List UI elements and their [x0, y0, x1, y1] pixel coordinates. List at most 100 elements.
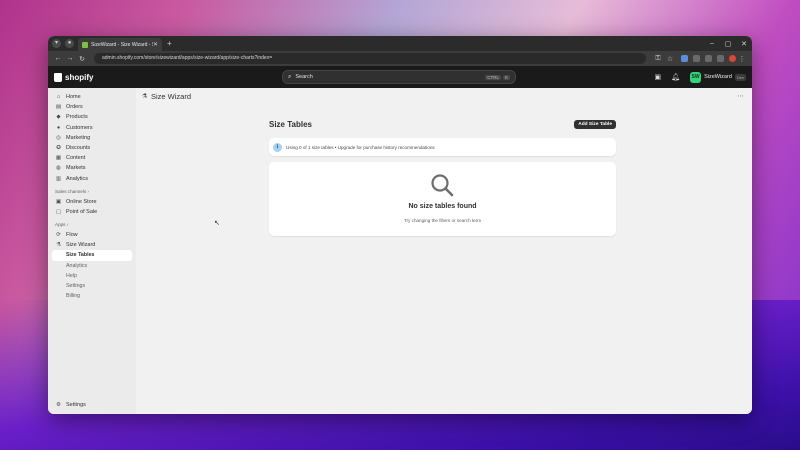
- browser-tab[interactable]: SizeWizard - Size Wizard - Shop ✕: [78, 38, 162, 51]
- shopify-topbar: shopify ⌕ Search CTRL K ▣ 🔔︎ SW SizeWiza…: [48, 66, 752, 88]
- sidebar-item-marketing[interactable]: ◎ Marketing: [52, 133, 132, 143]
- address-bar: ← → ↻ admin.shopify.com/store/sizewizard…: [48, 51, 752, 66]
- sidebar-item-point-of-sale[interactable]: ▢ Point of Sale: [52, 207, 132, 217]
- search-placeholder: Search: [295, 74, 313, 80]
- channel-nav: ▣ Online Store ▢ Point of Sale: [52, 197, 132, 217]
- extension-icon[interactable]: [681, 55, 688, 62]
- tag-icon: ◆: [56, 114, 61, 121]
- orders-icon: ▤: [55, 104, 62, 111]
- person-icon: ●: [56, 124, 61, 131]
- sidebar-item-flow[interactable]: ⟳ Flow: [52, 230, 132, 240]
- sales-channels-heading[interactable]: Sales channels ›: [52, 187, 132, 197]
- sidebar-item-discounts[interactable]: ✪ Discounts: [52, 143, 132, 153]
- sidebar-item-content[interactable]: ▦ Content: [52, 153, 132, 163]
- usage-banner: ℹ Using 0 of 1 size tables • Upgrade for…: [269, 138, 616, 156]
- sidepanel-icon[interactable]: [717, 55, 724, 62]
- shortcut-k: K: [502, 74, 510, 80]
- add-size-table-button[interactable]: Add Size Table: [574, 119, 616, 129]
- new-tab-icon[interactable]: +: [167, 39, 172, 48]
- sidebar-item-size-wizard[interactable]: ⚗ Size Wizard: [52, 240, 132, 250]
- extension-icon[interactable]: [693, 55, 700, 62]
- sidebar-item-orders[interactable]: ▤ Orders: [52, 102, 132, 112]
- banner-text: Using 0 of 1 size tables • Upgrade for p…: [286, 144, 435, 150]
- puzzle-icon[interactable]: [705, 55, 712, 62]
- more-actions-icon[interactable]: ⋯: [737, 92, 744, 100]
- tab-title: SizeWizard - Size Wizard - Shop: [91, 41, 153, 48]
- empty-state-title: No size tables found: [408, 203, 477, 210]
- app-title: Size Wizard: [151, 92, 192, 101]
- app-header: ⚗ Size Wizard: [142, 92, 191, 101]
- sidebar-item-home[interactable]: ⌂ Home: [52, 92, 132, 102]
- search-input[interactable]: ⌕ Search CTRL K: [282, 70, 516, 84]
- profile-icon[interactable]: ●: [65, 39, 74, 48]
- mouse-cursor-icon: ↖: [214, 220, 220, 227]
- brand-name: shopify: [65, 72, 94, 82]
- sidebar-item-products[interactable]: ◆ Products: [52, 112, 132, 122]
- sidebar-item-online-store[interactable]: ▣ Online Store: [52, 197, 132, 207]
- size-wizard-app-icon: ⚗: [142, 94, 148, 100]
- tab-strip: ▾ ● SizeWizard - Size Wizard - Shop ✕ + …: [48, 36, 752, 51]
- empty-state-card: No size tables found Try changing the fi…: [269, 162, 616, 236]
- flow-icon: ⟳: [56, 232, 61, 239]
- close-tab-icon[interactable]: ✕: [153, 41, 158, 48]
- sidebar-item-markets[interactable]: ◍ Markets: [52, 163, 132, 173]
- globe-icon: ◍: [56, 165, 61, 172]
- pos-icon: ▢: [55, 208, 62, 215]
- sidebar-subitem-size-tables[interactable]: Size Tables: [52, 250, 132, 261]
- sidebar-settings: ⚙ Settings: [52, 400, 86, 410]
- sidebar-subitem-billing[interactable]: Billing: [52, 291, 132, 301]
- main-content: ⚗ Size Wizard ⋯ Size Tables Add Size Tab…: [136, 88, 752, 414]
- shortcut-ctrl: CTRL: [485, 74, 501, 80]
- dev-badge: Dev: [734, 73, 746, 81]
- reload-icon[interactable]: ↻: [76, 55, 88, 63]
- window-controls: – ▢ ✕: [704, 40, 752, 48]
- search-icon: ⌕: [288, 73, 292, 80]
- search-icon: [431, 174, 454, 197]
- key-icon[interactable]: ⚿: [652, 55, 664, 63]
- main-nav: ⌂ Home ▤ Orders ◆ Products ● Customers ◎ Marketin…: [52, 92, 132, 184]
- target-icon: ◎: [56, 134, 61, 141]
- size-tables-page: Size Tables Add Size Table ℹ Using 0 of …: [269, 118, 616, 236]
- back-icon[interactable]: ←: [52, 55, 64, 62]
- profile-avatar-icon[interactable]: [729, 55, 736, 62]
- sidebar-item-settings[interactable]: ⚙ Settings: [52, 400, 86, 410]
- info-icon: ℹ: [273, 142, 282, 152]
- forward-icon[interactable]: →: [64, 55, 76, 62]
- content-icon: ▦: [55, 155, 62, 162]
- minimize-icon[interactable]: –: [704, 40, 720, 48]
- store-name[interactable]: SizeWizard: [704, 74, 732, 80]
- sidebar-subitem-help[interactable]: Help: [52, 271, 132, 281]
- app-sub-nav: Size Tables Analytics Help Settings Billing: [52, 250, 132, 301]
- store-avatar[interactable]: SW: [690, 71, 702, 83]
- tab-search-icon[interactable]: ▾: [52, 39, 61, 48]
- sidebar-subitem-analytics[interactable]: Analytics: [52, 261, 132, 271]
- shopify-favicon-icon: [82, 41, 88, 48]
- maximize-icon[interactable]: ▢: [720, 40, 736, 48]
- bookmark-star-icon[interactable]: ☆: [664, 55, 676, 63]
- empty-state-subtitle: Try changing the filters or search term: [403, 218, 482, 223]
- apps-heading[interactable]: Apps ›: [52, 220, 132, 230]
- close-window-icon[interactable]: ✕: [736, 40, 752, 48]
- bell-icon[interactable]: 🔔︎: [671, 73, 680, 81]
- sidebar-item-analytics[interactable]: ▥ Analytics: [52, 174, 132, 184]
- url-field[interactable]: admin.shopify.com/store/sizewizard/apps/…: [94, 53, 646, 64]
- inbox-icon[interactable]: ▣: [655, 73, 662, 81]
- admin-body: ⌂ Home ▤ Orders ◆ Products ● Customers ◎ Marketin…: [48, 88, 752, 414]
- app-icon: ⚗: [56, 242, 61, 249]
- chart-icon: ▥: [55, 175, 62, 182]
- browser-window: ▾ ● SizeWizard - Size Wizard - Shop ✕ + …: [48, 36, 752, 414]
- sidebar: ⌂ Home ▤ Orders ◆ Products ● Customers ◎ Marketin…: [48, 88, 136, 414]
- title-row: Size Tables Add Size Table: [269, 118, 616, 130]
- sidebar-item-customers[interactable]: ● Customers: [52, 123, 132, 133]
- discount-icon: ✪: [56, 145, 61, 152]
- kebab-menu-icon[interactable]: ⋮: [736, 55, 748, 63]
- topbar-actions: ▣ 🔔︎ SW SizeWizard Dev: [655, 71, 746, 83]
- shopify-logo[interactable]: shopify: [54, 72, 94, 82]
- shopify-bag-icon: [54, 72, 62, 82]
- apps-nav: ⟳ Flow ⚗ Size Wizard: [52, 230, 132, 250]
- store-icon: ▣: [55, 198, 62, 205]
- home-icon: ⌂: [56, 94, 61, 101]
- gear-icon: ⚙: [56, 401, 61, 408]
- page-title: Size Tables: [269, 119, 312, 129]
- sidebar-subitem-settings[interactable]: Settings: [52, 281, 132, 291]
